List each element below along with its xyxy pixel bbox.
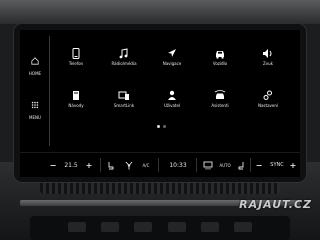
console-button[interactable]	[234, 222, 253, 232]
bar-separator	[100, 158, 101, 172]
sync-button[interactable]: SYNC	[266, 153, 288, 177]
music-note-icon	[119, 48, 128, 59]
app-tile-navigation[interactable]: Navigace	[148, 48, 196, 66]
left-temp-plus-button[interactable]: +	[84, 153, 94, 177]
app-tile-manuals[interactable]: Návody	[52, 90, 100, 108]
defrost-icon	[203, 161, 213, 169]
app-tile-vehicle[interactable]: Vozidlo	[196, 48, 244, 66]
bar-separator	[250, 158, 251, 172]
seat-heating-right-button[interactable]	[234, 153, 248, 177]
seat-heat-icon	[108, 161, 114, 169]
page-dot[interactable]	[163, 125, 166, 128]
fan-icon	[125, 161, 133, 169]
app-label: Zvuk	[263, 61, 273, 66]
auto-button[interactable]: AUTO	[216, 153, 234, 177]
app-tile-user[interactable]: Uživatel	[148, 90, 196, 108]
app-tile-radio-media[interactable]: Rádio/média	[100, 48, 148, 66]
console-button[interactable]	[100, 222, 119, 232]
app-tile-settings[interactable]: Nastavení	[244, 90, 292, 108]
assist-car-icon	[214, 90, 226, 99]
left-temp-minus-button[interactable]: −	[48, 153, 58, 177]
fan-control-button[interactable]	[120, 153, 138, 177]
ac-button[interactable]: A/C	[138, 153, 154, 177]
console-button[interactable]	[67, 222, 86, 232]
app-tile-smartlink[interactable]: SmartLink	[100, 90, 148, 108]
sidebar-divider	[49, 36, 50, 146]
home-button[interactable]: HOME	[22, 50, 48, 76]
home-icon	[31, 57, 39, 65]
app-label: SmartLink	[113, 103, 135, 108]
app-label: Rádio/média	[111, 61, 137, 66]
console-button[interactable]	[134, 222, 153, 232]
navigation-arrow-icon	[168, 49, 176, 57]
app-tile-phone[interactable]: Telefon	[52, 48, 100, 66]
app-label: Navigace	[162, 61, 182, 66]
dashboard-top	[0, 0, 320, 24]
climate-bar: − 21.5 + A/C 10:33 AUTO − SYNC +	[20, 152, 300, 177]
app-label: Nastavení	[257, 103, 279, 108]
user-icon	[168, 90, 176, 100]
menu-button[interactable]: MENU	[22, 94, 48, 120]
app-label: Uživatel	[163, 103, 181, 108]
bar-separator	[158, 158, 159, 172]
app-label: Vozidlo	[212, 61, 228, 66]
right-temp-minus-button[interactable]: −	[254, 153, 264, 177]
app-tile-sound[interactable]: Zvuk	[244, 48, 292, 66]
smartlink-icon	[118, 91, 129, 100]
app-grid: Telefon Rádio/média Navigace Vozidlo Zvu…	[52, 42, 296, 122]
bar-separator	[196, 158, 197, 172]
speaker-icon	[263, 49, 272, 58]
book-icon	[73, 91, 79, 100]
page-dot-active[interactable]	[157, 125, 160, 128]
console-button[interactable]	[167, 222, 186, 232]
rear-defrost-button[interactable]	[200, 153, 216, 177]
seat-heat-icon	[238, 161, 244, 169]
page-indicator	[157, 125, 166, 128]
home-label: HOME	[28, 71, 42, 76]
menu-grid-icon	[31, 101, 39, 109]
app-tile-assistants[interactable]: Asistenti	[196, 90, 244, 108]
app-label: Návody	[68, 103, 84, 108]
console-button[interactable]	[200, 222, 219, 232]
app-label: Asistenti	[211, 103, 229, 108]
center-console	[30, 216, 290, 240]
phone-icon	[72, 48, 80, 59]
seat-heating-left-button[interactable]	[104, 153, 118, 177]
app-label: Telefon	[68, 61, 84, 66]
clock-time: 10:33	[169, 161, 187, 169]
settings-icon	[263, 90, 272, 100]
right-temp-plus-button[interactable]: +	[288, 153, 298, 177]
car-icon	[216, 51, 224, 59]
watermark: RAJAUT.CZ	[239, 198, 312, 211]
left-temp-value: 21.5	[64, 161, 78, 169]
menu-label: MENU	[29, 115, 41, 120]
